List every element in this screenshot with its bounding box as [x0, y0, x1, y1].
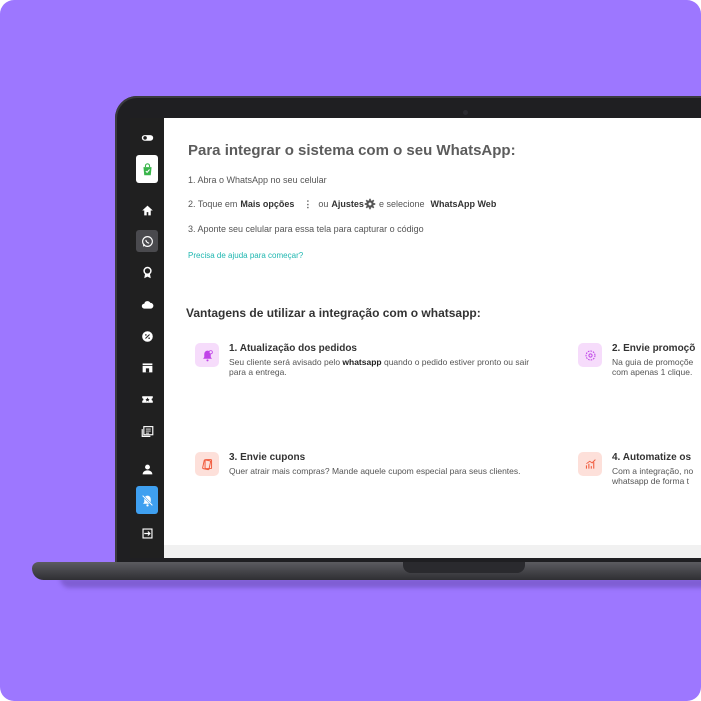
badge-percent-icon[interactable] [136, 325, 158, 347]
more-options-icon: ⋮ [303, 198, 313, 209]
feature-description: Na guia de promoçõe com apenas 1 clique. [612, 357, 694, 377]
laptop-base [32, 562, 701, 580]
feature-description: Quer atrair mais compras? Mande aquele c… [229, 466, 521, 476]
feature-coupons: 3. Envie cupons Quer atrair mais compras… [195, 452, 535, 492]
whatsapp-icon[interactable] [136, 230, 158, 252]
step-2-or: ou [318, 199, 329, 209]
store-icon[interactable] [136, 155, 158, 183]
coupon-icon [195, 452, 219, 476]
storefront-icon[interactable] [136, 356, 158, 378]
settings-label: Ajustes [331, 199, 364, 209]
more-options-label: Mais opções [240, 199, 295, 209]
feature-automation: 4. Automatize os Com a integração, no wh… [578, 452, 701, 492]
bell-icon [195, 343, 219, 367]
step-2-prefix: 2. Toque em [188, 199, 238, 209]
feature-promotions: 2. Envie promoçõ Na guia de promoçõe com… [578, 343, 701, 383]
feature-description: Com a integração, no whatsapp de forma t [612, 466, 694, 486]
user-icon[interactable] [136, 458, 158, 480]
advantages-heading: Vantagens de utilizar a integração com o… [186, 306, 481, 320]
laptop-notch [403, 562, 525, 573]
step-2: 2. Toque em Mais opções ⋮ ou Ajustes e s… [188, 198, 499, 210]
home-icon[interactable] [136, 199, 158, 221]
feature-order-updates: 1. Atualização dos pedidos Seu cliente s… [195, 343, 535, 383]
step-2-select: e selecione [378, 199, 425, 209]
promo-background: Para integrar o sistema com o seu WhatsA… [0, 0, 701, 701]
award-icon[interactable] [136, 261, 158, 283]
chart-icon [578, 452, 602, 476]
bell-off-icon[interactable] [136, 486, 158, 514]
feature-title: 3. Envie cupons [229, 452, 306, 463]
step-3: 3. Aponte seu celular para essa tela par… [188, 224, 424, 234]
gear-badge-icon [578, 343, 602, 367]
feature-title: 2. Envie promoçõ [612, 343, 696, 354]
feature-title: 1. Atualização dos pedidos [229, 343, 357, 354]
toggle-icon[interactable] [136, 126, 158, 148]
camera [463, 110, 468, 115]
feature-description: Seu cliente será avisado pelo whatsapp q… [229, 357, 530, 377]
cloud-icon[interactable] [136, 293, 158, 315]
laptop-screen: Para integrar o sistema com o seu WhatsA… [130, 118, 701, 558]
page-title: Para integrar o sistema com o seu WhatsA… [188, 142, 516, 159]
main-content: Para integrar o sistema com o seu WhatsA… [164, 118, 701, 558]
help-link[interactable]: Precisa de ajuda para começar? [188, 251, 303, 260]
step-1: 1. Abra o WhatsApp no seu celular [188, 175, 327, 185]
logout-icon[interactable] [136, 522, 158, 544]
gear-icon [364, 198, 376, 210]
news-icon[interactable] [136, 420, 158, 442]
footer-strip [164, 545, 701, 558]
sidebar [130, 118, 164, 558]
feature-title: 4. Automatize os [612, 452, 692, 463]
ticket-icon[interactable] [136, 388, 158, 410]
whatsapp-web-label: WhatsApp Web [430, 199, 497, 209]
